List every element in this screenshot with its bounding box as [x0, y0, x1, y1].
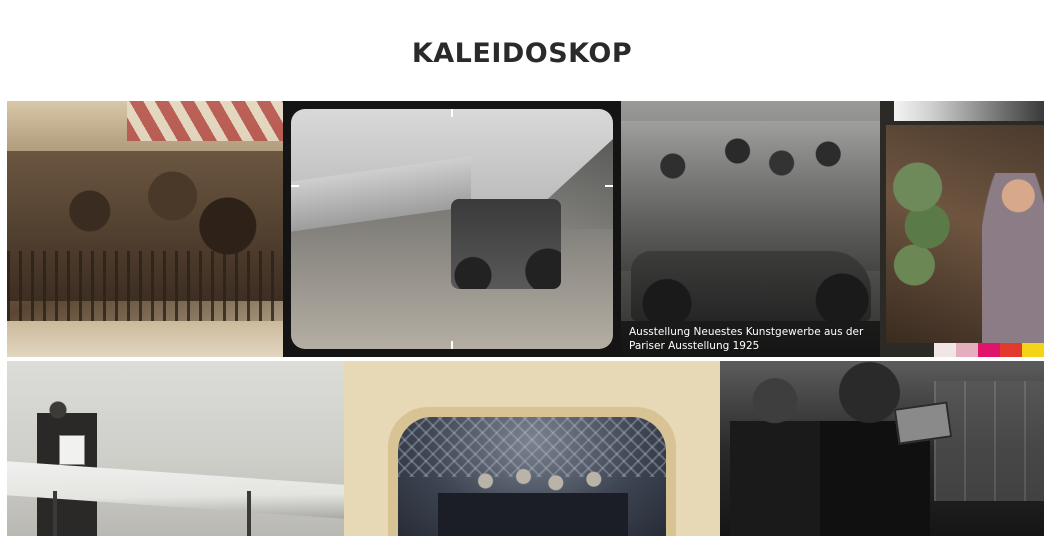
frame-mark: [451, 109, 453, 117]
gallery-tile-colour-portrait[interactable]: [880, 101, 1044, 357]
photo-mat: [388, 407, 676, 536]
wing-strut: [53, 491, 57, 536]
gallery-tile-car-group[interactable]: Ausstellung Neuestes Kunstgewerbe aus de…: [621, 101, 880, 357]
vintage-car: [631, 251, 871, 321]
balcony-railing: [7, 251, 283, 321]
tile-caption: Ausstellung Neuestes Kunstgewerbe aus de…: [621, 321, 880, 357]
gallery-tile-balcony-crowd[interactable]: [7, 101, 283, 357]
seated-woman: [982, 173, 1044, 357]
flags: [127, 101, 283, 141]
colour-chart: [934, 343, 1044, 357]
background-window: [934, 381, 1044, 501]
group-portrait: [438, 463, 628, 536]
gallery-tile-aviator[interactable]: [7, 361, 344, 536]
negative-frame: [291, 109, 613, 349]
page-title: KALEIDOSKOP: [411, 38, 633, 69]
gallery-tile-daguerreotype[interactable]: [344, 361, 720, 536]
sea: [291, 156, 471, 232]
curly-haired-person: [820, 361, 930, 536]
balcony-base: [7, 321, 283, 357]
portrait-photo: [886, 125, 1044, 357]
frame-mark: [605, 185, 613, 187]
gallery-tile-race-car[interactable]: [283, 101, 621, 357]
grey-scale-chart: [894, 101, 1044, 121]
crate: [59, 435, 85, 465]
wing-strut: [247, 491, 251, 536]
camera-icon: [893, 401, 953, 445]
frame-mark: [451, 341, 453, 349]
vine-leaves: [892, 161, 956, 291]
person-with-camera: [730, 371, 820, 536]
frame-mark: [291, 185, 299, 187]
race-car: [451, 199, 561, 289]
gallery-tile-camera-crew[interactable]: [720, 361, 1044, 536]
group-of-people: [621, 121, 880, 271]
daguerreotype-plate: [398, 417, 666, 536]
